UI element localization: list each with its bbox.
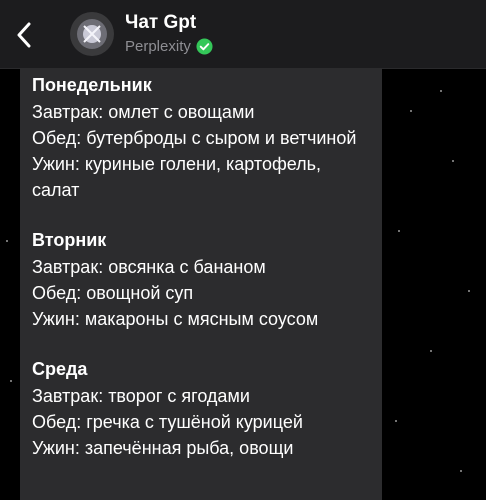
meal-dinner: Ужин: куриные голени, картофель, салат [32, 154, 322, 200]
avatar-image [70, 12, 114, 56]
day-section: Среда Завтрак: творог с ягодами Обед: гр… [32, 356, 370, 461]
meal-lunch: Обед: бутерброды с сыром и ветчиной [32, 128, 357, 148]
meal-dinner: Ужин: макароны с мясным соусом [32, 309, 319, 329]
background-star [410, 110, 412, 112]
chat-header: Чат Gpt Perplexity [0, 0, 486, 69]
day-name: Вторник [32, 230, 107, 250]
chat-subtitle: Perplexity [125, 38, 213, 55]
background-star [398, 230, 400, 232]
meal-lunch: Обед: овощной суп [32, 283, 194, 303]
background-star [440, 90, 442, 92]
chat-title[interactable]: Чат Gpt [125, 12, 196, 34]
avatar[interactable] [70, 12, 114, 56]
background-star [460, 470, 462, 472]
verified-badge-icon [196, 38, 213, 55]
chat-subtitle-text: Perplexity [125, 38, 191, 55]
meal-breakfast: Завтрак: омлет с овощами [32, 102, 255, 122]
day-section: Понедельник Завтрак: омлет с овощами Обе… [32, 72, 370, 203]
meal-breakfast: Завтрак: творог с ягодами [32, 386, 250, 406]
chevron-left-icon [17, 22, 31, 48]
message-bubble[interactable]: Понедельник Завтрак: омлет с овощами Обе… [20, 68, 382, 500]
background-star [452, 160, 454, 162]
background-star [6, 240, 8, 242]
background-star [10, 380, 12, 382]
background-star [430, 350, 432, 352]
background-star [468, 290, 470, 292]
meal-lunch: Обед: гречка с тушёной курицей [32, 412, 303, 432]
background-star [395, 420, 397, 422]
day-name: Среда [32, 359, 88, 379]
meal-breakfast: Завтрак: овсянка с бананом [32, 257, 266, 277]
day-section: Вторник Завтрак: овсянка с бананом Обед:… [32, 227, 370, 332]
back-button[interactable] [8, 16, 40, 54]
day-name: Понедельник [32, 75, 152, 95]
meal-dinner: Ужин: запечённая рыба, овощи [32, 438, 294, 458]
